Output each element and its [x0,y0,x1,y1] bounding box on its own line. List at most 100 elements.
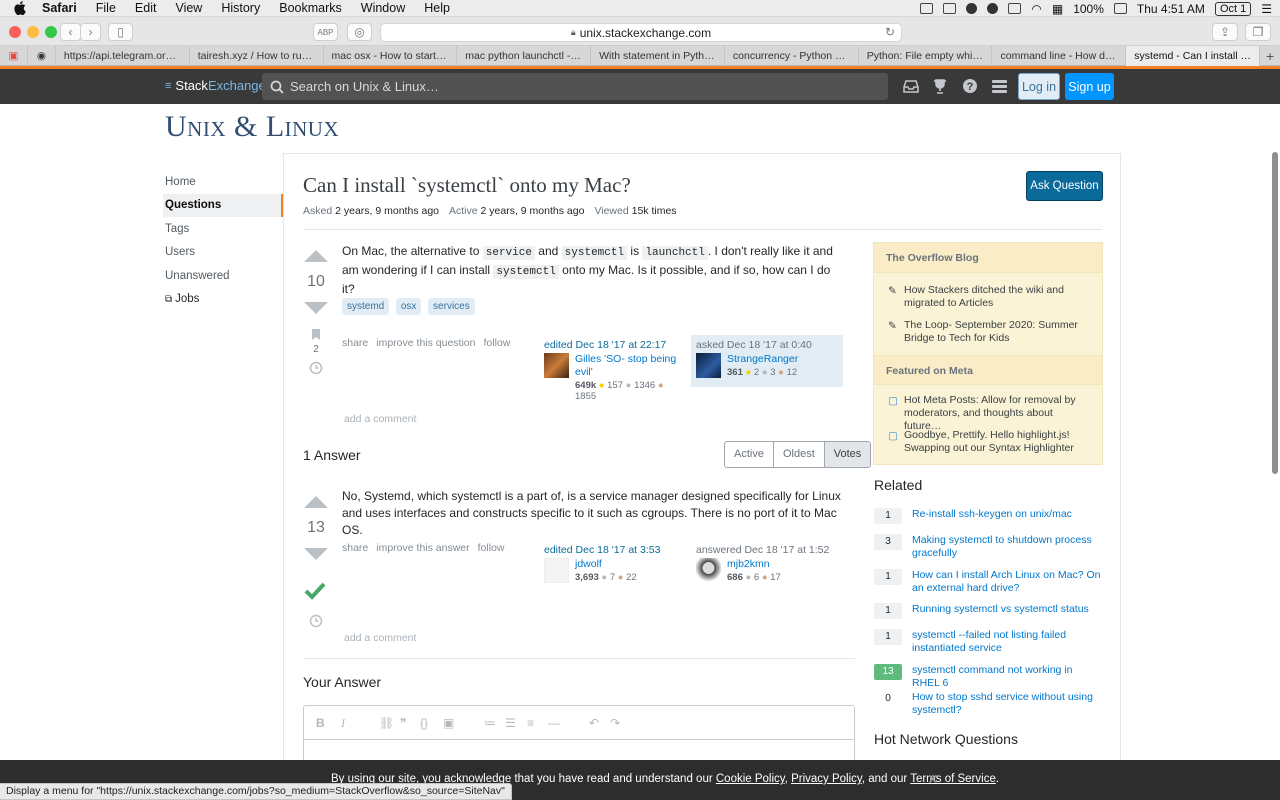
extension-abp-button[interactable]: ABP [313,23,338,41]
menu-list-icon[interactable]: ☰ [1261,2,1272,16]
browser-tab-active[interactable]: systemd - Can I install `sy... [1126,46,1261,66]
quote-icon[interactable]: ❞ [400,716,406,730]
related-link[interactable]: systemctl command not working in RHEL 6 [912,664,1102,690]
history-icon[interactable] [309,614,323,631]
browser-tab[interactable]: Python: File empty while s... [859,46,993,66]
related-item[interactable]: 0 How to stop sshd service without using … [874,691,1104,717]
active-value[interactable]: 2 years, 9 months ago [481,205,585,217]
blog-item[interactable]: ✎ The Loop- September 2020: Summer Bridge… [888,319,1093,345]
follow-link[interactable]: follow [478,542,505,554]
clock[interactable]: Thu 4:51 AM [1137,2,1205,16]
code-icon[interactable]: {} [420,716,428,730]
bold-icon[interactable]: B [316,716,325,730]
browser-tab[interactable]: mac osx - How to start/sto... [324,46,458,66]
battery-icon[interactable] [1113,3,1127,14]
wifi-icon[interactable]: ◠ [1031,2,1041,16]
status-icon[interactable] [987,3,999,14]
login-button[interactable]: Log in [1018,73,1060,100]
ask-question-button[interactable]: Ask Question [1026,171,1103,201]
follow-link[interactable]: follow [483,337,510,349]
achievements-icon[interactable] [932,78,948,94]
related-link[interactable]: How can I install Arch Linux on Mac? On … [912,569,1102,595]
browser-tab[interactable]: concurrency - Python Mul... [725,46,859,66]
pinned-tab[interactable]: ◉ [28,46,56,66]
nav-tags[interactable]: Tags [164,217,284,241]
browser-tab[interactable]: mac python launchctl - Go... [457,46,592,66]
menu-window[interactable]: Window [361,1,405,15]
sort-votes-tab[interactable]: Votes [824,442,871,467]
heading-icon[interactable]: ≡ [527,716,534,730]
user-name-link[interactable]: mjb2kmn [727,558,781,571]
bulleted-list-icon[interactable]: ☰ [505,716,516,730]
image-icon[interactable]: ▣ [443,716,454,730]
nav-unanswered[interactable]: Unanswered [164,264,284,288]
privacy-policy-link[interactable]: Privacy Policy [791,773,862,785]
related-item[interactable]: 3 Making systemctl to shutdown process gr… [874,534,1104,560]
meta-item[interactable]: ▢ Goodbye, Prettify. Hello highlight.js! … [888,429,1093,455]
related-item[interactable]: 13 systemctl command not working in RHEL … [874,664,1104,690]
status-icon[interactable] [1008,3,1022,14]
tab-overview-button[interactable]: ❐ [1245,23,1271,41]
status-icon[interactable] [966,3,978,14]
related-link[interactable]: How to stop sshd service without using s… [912,691,1102,717]
site-switcher-icon[interactable] [991,78,1007,94]
related-item[interactable]: 1 How can I install Arch Linux on Mac? On… [874,569,1104,595]
nav-jobs[interactable]: ⧉ Jobs [164,288,284,312]
sort-oldest-tab[interactable]: Oldest [774,442,825,467]
related-item[interactable]: 1 Re-install ssh-keygen on unix/mac [874,508,1104,524]
browser-tab[interactable]: https://api.telegram.org/b... [56,46,190,66]
battery-percent[interactable]: 100% [1073,2,1104,16]
avatar[interactable] [544,353,569,378]
upvote-arrow-icon[interactable] [304,496,328,508]
forward-button[interactable]: › [80,23,101,41]
related-link[interactable]: Running systemctl vs systemctl status [912,603,1102,619]
browser-tab[interactable]: With statement in Python... [591,46,725,66]
search-input[interactable]: Search on Unix & Linux… [262,73,888,100]
downvote-arrow-icon[interactable] [304,548,328,560]
reload-icon[interactable]: ↻ [885,25,895,39]
sidebar-button[interactable]: ▯ [108,23,133,41]
sort-active-tab[interactable]: Active [725,442,774,467]
related-link[interactable]: systemctl --failed not listing failed in… [912,629,1102,655]
improve-answer-link[interactable]: improve this answer [376,542,469,554]
tag-systemd[interactable]: systemd [342,298,390,315]
signup-button[interactable]: Sign up [1065,73,1114,100]
apple-icon[interactable] [14,1,28,15]
date-badge[interactable]: Oct 1 [1214,1,1252,16]
meta-item[interactable]: ▢ Hot Meta Posts: Allow for removal by mo… [888,394,1093,433]
avatar[interactable] [544,558,569,583]
related-item[interactable]: 1 systemctl --failed not listing failed i… [874,629,1104,655]
inbox-icon[interactable] [903,78,919,94]
edited-label[interactable]: edited Dec 18 '17 at 3:53 [544,544,686,556]
edited-label[interactable]: edited Dec 18 '17 at 22:17 [544,339,686,351]
browser-tab[interactable]: tairesh.xyz / How to run py... [190,46,324,66]
address-bar[interactable]: 🔒︎ unix.stackexchange.com ↻ [380,23,902,42]
avatar[interactable] [696,353,721,378]
history-icon[interactable] [302,361,330,378]
close-icon[interactable]: ✕ [927,771,939,788]
new-tab-button[interactable]: + [1260,46,1280,65]
related-item[interactable]: 1 Running systemctl vs systemctl status [874,603,1104,619]
user-name-link[interactable]: StrangeRanger [727,353,798,366]
minimize-window-button[interactable] [27,26,39,38]
avatar[interactable] [696,558,721,583]
status-icon[interactable] [943,3,957,14]
nav-questions[interactable]: Questions [163,193,284,217]
nav-users[interactable]: Users [164,241,284,265]
stackexchange-logo[interactable]: ≡ StackExchange [165,78,266,93]
undo-icon[interactable]: ↶ [589,716,599,730]
menu-bookmarks[interactable]: Bookmarks [279,1,342,15]
answer-editor[interactable]: B I ⛓ ❞ {} ▣ ≔ ☰ ≡ — ↶ ↷ [303,705,855,765]
input-source-flag-icon[interactable]: ▦ [1052,2,1063,16]
link-icon[interactable]: ⛓ [379,716,394,730]
nav-home[interactable]: Home [164,170,284,194]
related-link[interactable]: Re-install ssh-keygen on unix/mac [912,508,1102,524]
zoom-window-button[interactable] [45,26,57,38]
tag-services[interactable]: services [428,298,475,315]
status-icon[interactable] [920,3,934,14]
blog-item[interactable]: ✎ How Stackers ditched the wiki and migra… [888,284,1093,310]
share-link[interactable]: share [342,542,368,554]
cookie-policy-link[interactable]: Cookie Policy [716,773,785,785]
menu-edit[interactable]: Edit [135,1,157,15]
bookmark-icon[interactable] [302,328,330,344]
